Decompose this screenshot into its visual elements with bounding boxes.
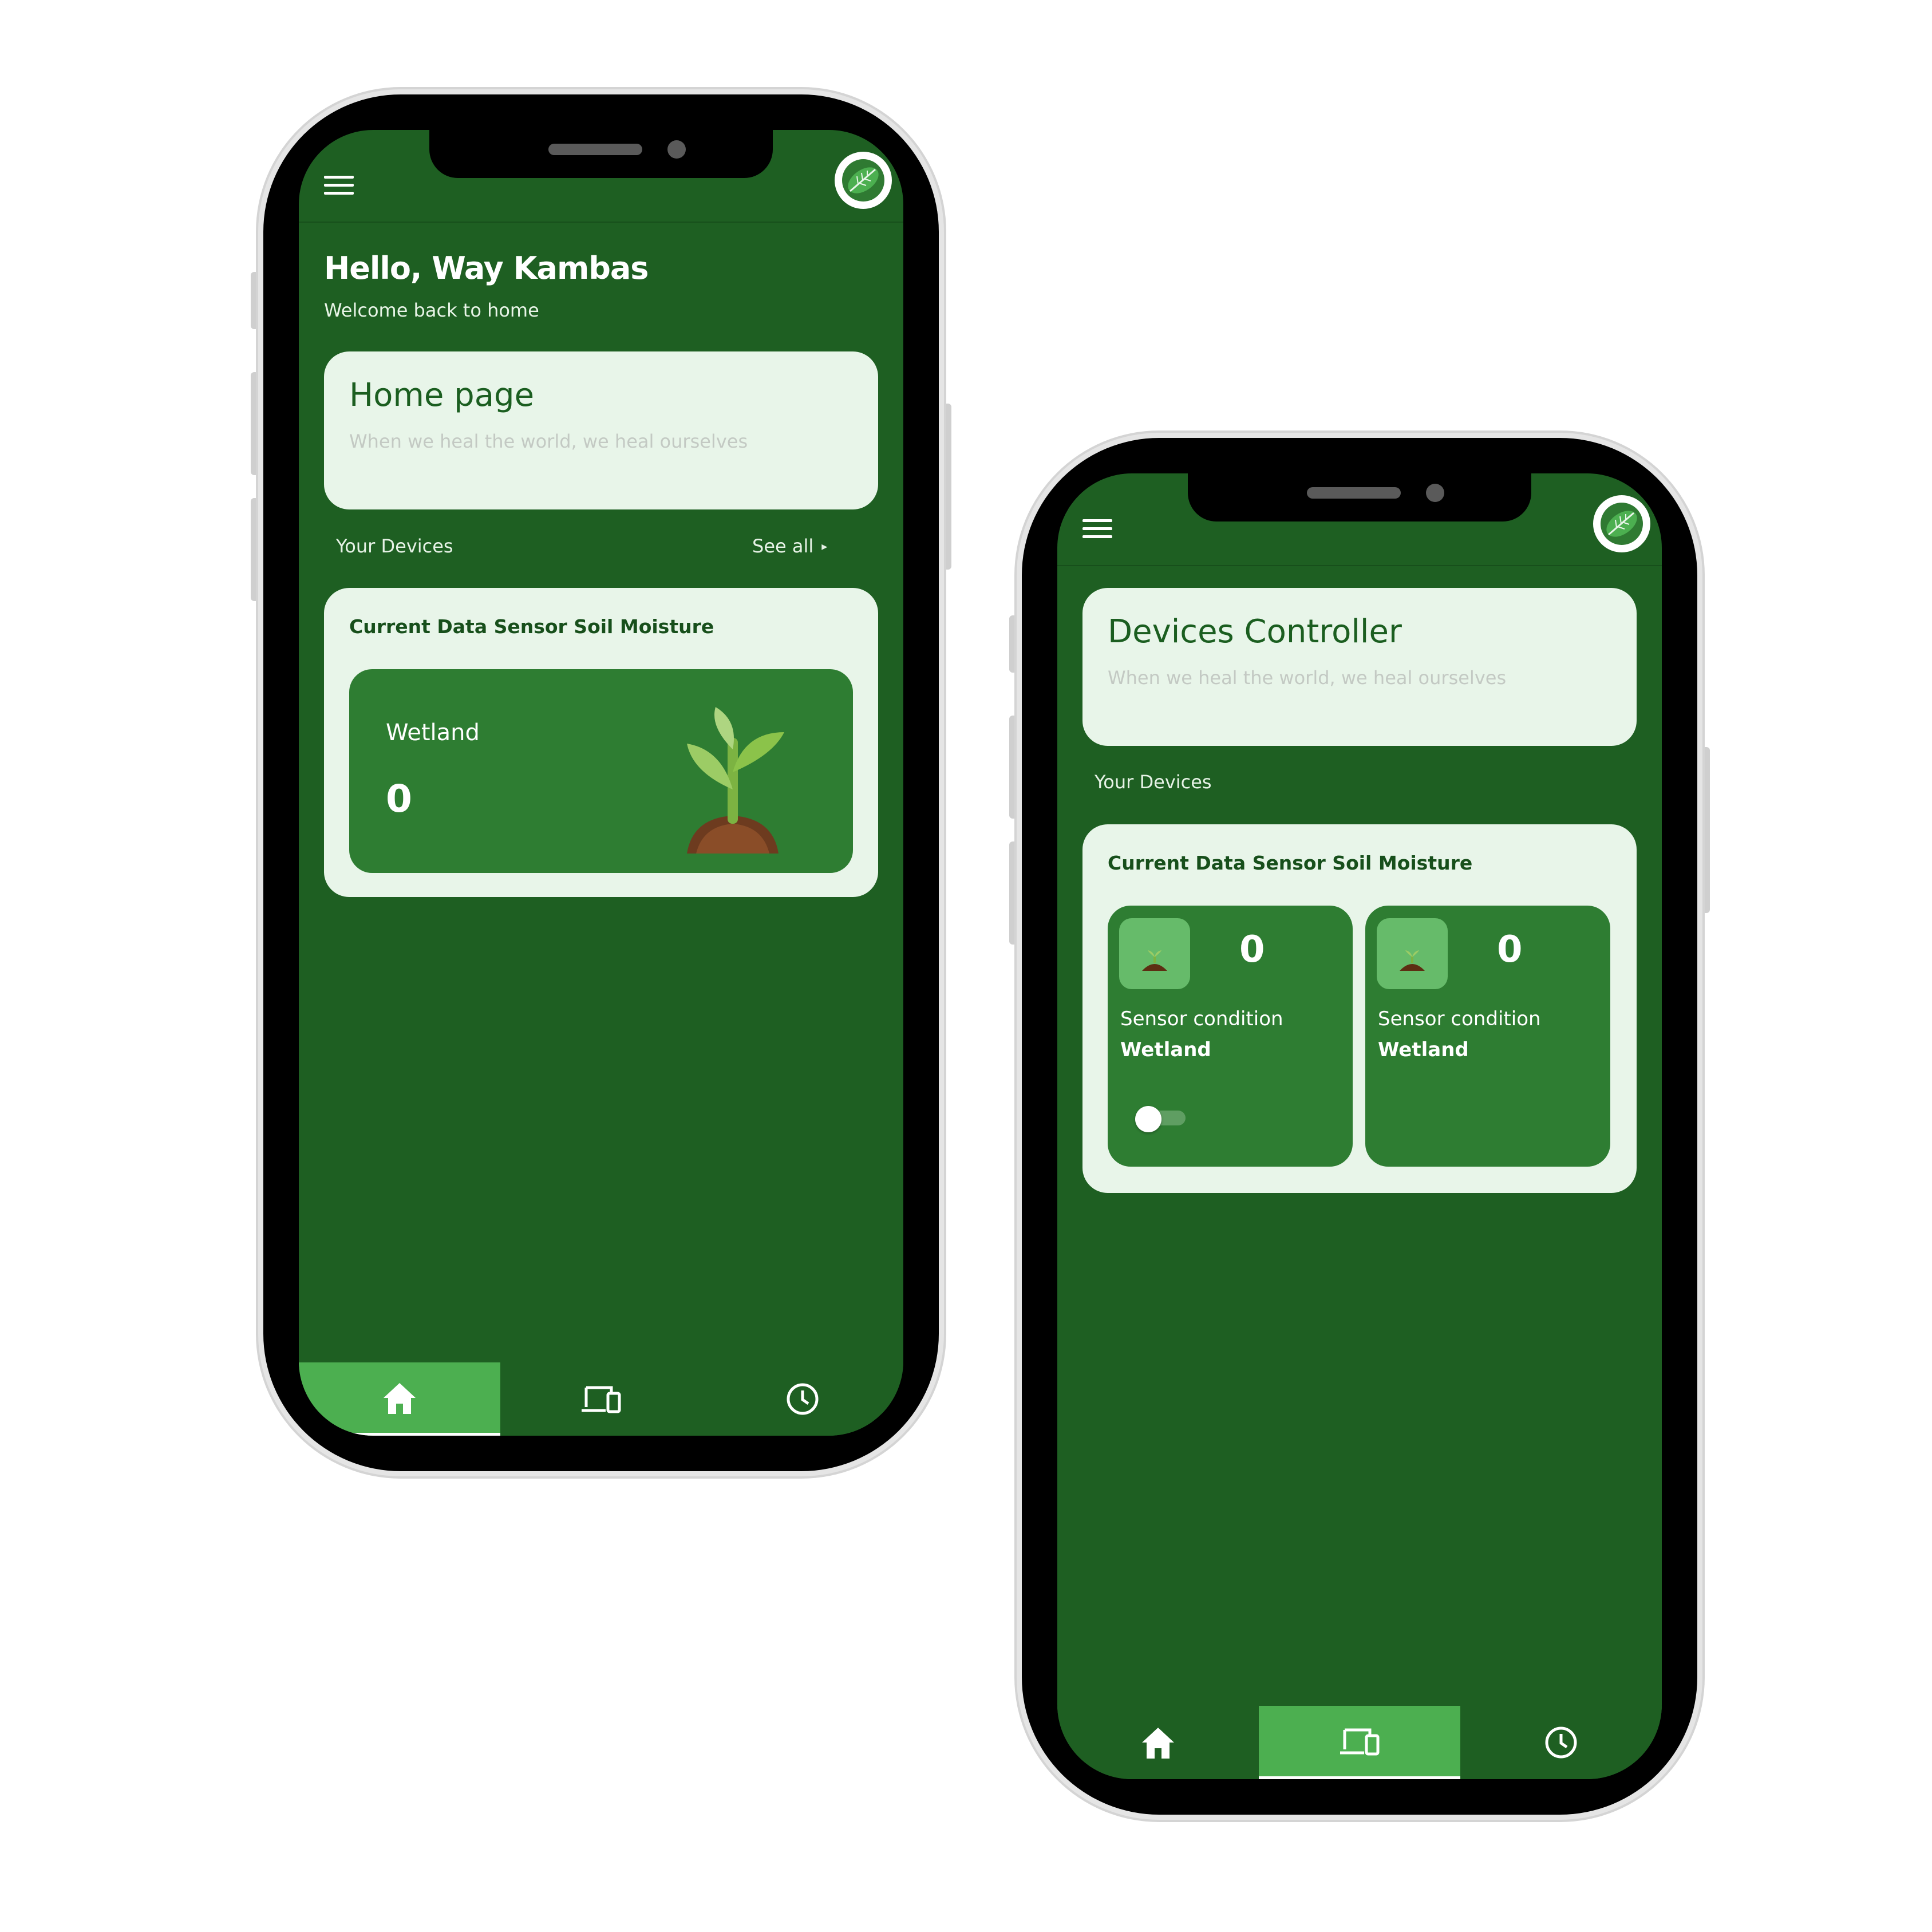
sensor-tile: 0 Sensor condition Wetland: [1108, 906, 1353, 1167]
hero-card: Home page When we heal the world, we hea…: [324, 351, 878, 509]
phone-speaker: [548, 144, 642, 155]
phone-side-button: [251, 498, 259, 601]
sensor-data-card: Current Data Sensor Soil Moisture 0 Sens…: [1082, 824, 1637, 1193]
sensor-toggle-switch[interactable]: [1135, 1106, 1187, 1132]
phone-side-button: [1009, 615, 1017, 673]
soil-sprout-icon: [1119, 918, 1190, 989]
devices-icon: [1340, 1728, 1380, 1755]
phone-notch: [429, 130, 773, 178]
tab-devices[interactable]: [1259, 1706, 1460, 1779]
sensor-data-card: Current Data Sensor Soil Moisture Wetlan…: [324, 588, 878, 897]
page-subtitle: When we heal the world, we heal ourselve…: [349, 430, 748, 452]
home-icon: [384, 1382, 416, 1414]
sensor-value: 0: [1497, 929, 1523, 971]
phone-camera: [1426, 484, 1444, 502]
sensor-card-title: Current Data Sensor Soil Moisture: [1108, 852, 1473, 874]
greeting-title: Hello, Way Kambas: [324, 250, 649, 286]
page-subtitle: When we heal the world, we heal ourselve…: [1108, 667, 1507, 689]
sensor-condition-label: Sensor condition: [1378, 1008, 1541, 1030]
hero-card: Devices Controller When we heal the worl…: [1082, 588, 1637, 746]
app-screen: Devices Controller When we heal the worl…: [1057, 473, 1662, 1779]
tab-home[interactable]: [299, 1362, 500, 1436]
history-clock-icon: [1545, 1726, 1577, 1759]
phone-speaker: [1307, 487, 1401, 499]
sensor-condition: Wetland: [386, 720, 480, 746]
home-icon: [1142, 1728, 1174, 1759]
page-title: Devices Controller: [1108, 613, 1402, 650]
devices-icon: [582, 1386, 621, 1413]
chevron-right-icon: ▸: [821, 539, 828, 553]
leaf-logo-icon: [842, 159, 884, 202]
phone-side-button: [251, 272, 259, 329]
tab-devices[interactable]: [500, 1362, 702, 1436]
tab-history[interactable]: [702, 1362, 903, 1436]
history-clock-icon: [787, 1383, 819, 1415]
hamburger-menu-icon[interactable]: [324, 176, 354, 195]
tab-home[interactable]: [1057, 1706, 1259, 1779]
phone-notch: [1188, 473, 1531, 521]
phone-side-button: [943, 404, 951, 570]
app-bar-divider: [299, 222, 903, 223]
see-all-link[interactable]: See all ▸: [752, 535, 827, 557]
app-bar-divider: [1057, 565, 1662, 566]
phone-side-button: [1009, 716, 1017, 819]
sensor-value: 0: [386, 777, 412, 821]
sensor-value: 0: [1239, 929, 1265, 971]
avatar[interactable]: [1593, 495, 1650, 552]
your-devices-label: Your Devices: [1095, 771, 1212, 793]
your-devices-label: Your Devices: [336, 535, 453, 557]
sensor-condition-value: Wetland: [1378, 1038, 1469, 1061]
bottom-navigation: [1057, 1706, 1662, 1779]
avatar[interactable]: [835, 152, 892, 209]
see-all-label: See all: [752, 535, 814, 557]
leaf-logo-icon: [1601, 503, 1643, 545]
tab-history[interactable]: [1460, 1706, 1662, 1779]
page-title: Home page: [349, 377, 535, 414]
app-screen: Hello, Way Kambas Welcome back to home H…: [299, 130, 903, 1436]
bottom-navigation: [299, 1362, 903, 1436]
phone-mockup-home: Hello, Way Kambas Welcome back to home H…: [251, 94, 951, 1471]
hamburger-menu-icon[interactable]: [1082, 519, 1112, 539]
toggle-thumb: [1135, 1106, 1161, 1132]
sensor-card-title: Current Data Sensor Soil Moisture: [349, 615, 714, 638]
plant-sprout-icon: [670, 704, 796, 858]
sensor-tile: 0 Sensor condition Wetland: [1365, 906, 1610, 1167]
sensor-condition-label: Sensor condition: [1120, 1008, 1283, 1030]
phone-mockup-devices: Devices Controller When we heal the worl…: [1009, 438, 1710, 1815]
sensor-reading-box: Wetland 0: [349, 669, 853, 873]
phone-side-button: [1702, 747, 1710, 913]
phone-side-button: [251, 372, 259, 475]
phone-side-button: [1009, 841, 1017, 945]
phone-camera: [667, 140, 686, 159]
greeting-subtitle: Welcome back to home: [324, 299, 539, 321]
soil-sprout-icon: [1377, 918, 1448, 989]
sensor-condition-value: Wetland: [1120, 1038, 1211, 1061]
